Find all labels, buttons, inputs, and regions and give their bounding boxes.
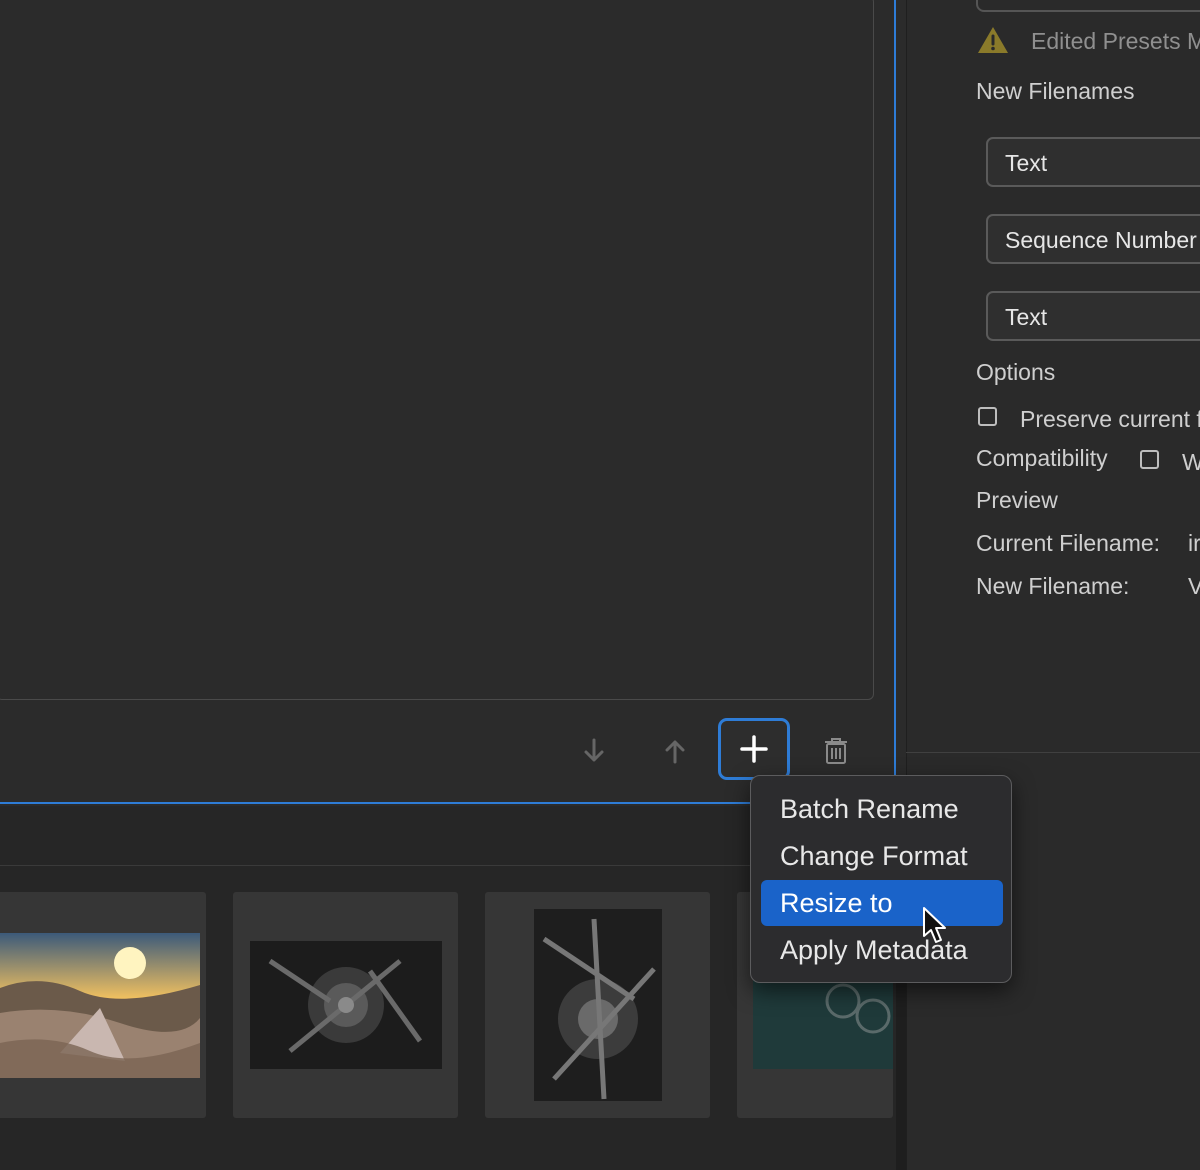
move-up-button[interactable]: [660, 737, 690, 769]
compatibility-label: Compatibility: [976, 445, 1108, 471]
filename-part-dropdown[interactable]: Text: [986, 137, 1200, 187]
thumbnail-image: [0, 933, 200, 1078]
menu-item-batch-rename[interactable]: Batch Rename: [761, 786, 1003, 832]
thumbnail-card[interactable]: [485, 892, 710, 1118]
arrow-up-icon: [665, 740, 685, 764]
filename-part-dropdown[interactable]: Sequence Number: [986, 214, 1200, 264]
new-filename-label: New Filename:: [976, 573, 1130, 599]
add-step-button[interactable]: [718, 718, 790, 780]
thumbnail-image: [534, 909, 662, 1101]
current-filename-label: Current Filename:: [976, 530, 1161, 556]
options-label: Options: [976, 359, 1056, 385]
menu-item-resize-to[interactable]: Resize to: [761, 880, 1003, 926]
plus-icon: [740, 735, 768, 763]
preserve-filename-checkbox[interactable]: [978, 407, 997, 426]
workflow-steps-list[interactable]: [0, 0, 874, 700]
arrow-down-icon: [584, 738, 604, 762]
caption-text: [0, 1150, 896, 1170]
divider: [906, 752, 1200, 753]
menu-item-change-format[interactable]: Change Format: [761, 833, 1003, 879]
warning-text: Edited Presets M: [1031, 28, 1200, 54]
thumbnail-image: [250, 941, 442, 1069]
compatibility-checkbox[interactable]: [1140, 450, 1159, 469]
thumbnail-card[interactable]: [0, 892, 206, 1118]
mouse-cursor-icon: [922, 906, 948, 946]
current-filename-value: ir: [1188, 530, 1200, 556]
filename-part-dropdown[interactable]: Text: [986, 291, 1200, 341]
compatibility-option-label: W: [1182, 449, 1200, 475]
new-filenames-label: New Filenames: [976, 78, 1135, 104]
menu-item-apply-metadata[interactable]: Apply Metadata: [761, 927, 1003, 973]
thumbnail-card[interactable]: [233, 892, 458, 1118]
warning-icon: [976, 25, 1010, 55]
new-filename-value: V: [1188, 573, 1200, 599]
preserve-filename-label: Preserve current f: [1020, 406, 1200, 432]
move-down-button[interactable]: [579, 737, 609, 769]
add-step-menu: Batch Rename Change Format Resize to App…: [750, 775, 1012, 983]
trash-icon: [825, 738, 847, 764]
preset-field[interactable]: [976, 0, 1200, 12]
delete-step-button[interactable]: [822, 736, 850, 766]
preview-label: Preview: [976, 487, 1058, 513]
